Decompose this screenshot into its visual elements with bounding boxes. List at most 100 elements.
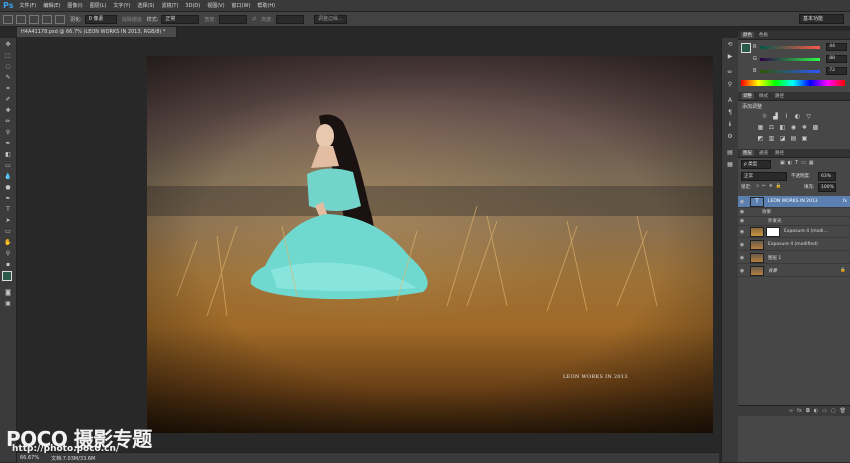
history-panel-icon[interactable]: ⟲	[725, 40, 735, 49]
layer-row-exposure-adjust[interactable]: ◉ Exposure 4 (modi...	[738, 226, 850, 238]
swap-icon[interactable]: ⇄	[252, 16, 256, 22]
blue-track[interactable]	[760, 69, 821, 73]
quick-select-tool-icon[interactable]: ✎	[3, 73, 13, 82]
foreground-color-swatch[interactable]	[2, 271, 12, 281]
menu-layer[interactable]: 图层(L)	[90, 2, 107, 9]
menu-help[interactable]: 帮助(H)	[257, 2, 275, 9]
tab-color[interactable]: 颜色	[741, 32, 754, 38]
layer-row-outer-glow[interactable]: ◉ 外发光	[738, 217, 850, 226]
red-value[interactable]: 44	[826, 43, 847, 51]
hand-tool-icon[interactable]: ✋	[3, 238, 13, 247]
type-tool-icon[interactable]: T	[3, 205, 13, 214]
layer-row-text[interactable]: ◉ T LEON WORKS IN 2013 fx	[738, 196, 850, 208]
menu-window[interactable]: 窗口(W)	[232, 2, 251, 9]
opacity-input[interactable]: 63%	[818, 172, 836, 181]
tab-swatches[interactable]: 色板	[757, 32, 770, 38]
feather-input[interactable]: 0 像素	[84, 14, 117, 24]
gradient-map-icon[interactable]: ▤	[789, 135, 798, 142]
dodge-tool-icon[interactable]: ●	[3, 183, 13, 192]
history-brush-tool-icon[interactable]: ✒	[3, 139, 13, 148]
add-style-icon[interactable]: fx	[797, 408, 802, 414]
blue-slider[interactable]: B 72	[741, 67, 847, 75]
new-selection-icon[interactable]	[16, 14, 26, 24]
layer-comps-panel-icon[interactable]: ▤	[725, 148, 735, 157]
style-select[interactable]: 正常	[161, 14, 200, 24]
tab-channels[interactable]: 通道	[757, 150, 770, 156]
reset-colors-icon[interactable]: ▪	[3, 260, 13, 269]
subtract-selection-icon[interactable]	[42, 14, 52, 24]
channel-mixer-icon[interactable]: ❖	[800, 124, 809, 131]
tab-paths-top[interactable]: 路径	[773, 93, 786, 99]
red-track[interactable]	[760, 45, 821, 49]
menu-file[interactable]: 文件(F)	[19, 2, 36, 9]
menu-image[interactable]: 图像(I)	[67, 2, 82, 9]
visibility-eye-icon[interactable]: ◉	[738, 242, 746, 248]
visibility-eye-icon[interactable]: ◉	[738, 218, 746, 224]
visibility-eye-icon[interactable]: ◉	[738, 268, 746, 274]
new-layer-icon[interactable]: ▢	[831, 408, 836, 414]
menu-3d[interactable]: 3D(D)	[185, 3, 200, 9]
vibrance-icon[interactable]: ▽	[804, 113, 813, 120]
green-value[interactable]: 88	[826, 55, 847, 63]
invert-icon[interactable]: ◩	[756, 135, 765, 142]
workspace-select[interactable]: 基本功能	[799, 14, 844, 24]
levels-icon[interactable]: ▟	[771, 113, 780, 120]
layer-filter-icons[interactable]: ▣◐T▭▦	[780, 160, 817, 166]
tab-layers[interactable]: 图层	[741, 150, 754, 156]
layer-name[interactable]: 图层 1	[768, 255, 781, 261]
new-group-icon[interactable]: ▭	[822, 408, 827, 414]
brush-tool-icon[interactable]: ✏	[3, 117, 13, 126]
lock-icons[interactable]: ▫✏✥🔒	[756, 184, 784, 189]
visibility-eye-icon[interactable]: ◉	[738, 199, 746, 205]
visibility-eye-icon[interactable]: ◉	[738, 209, 746, 215]
tool-presets-panel-icon[interactable]: ▦	[725, 160, 735, 169]
menu-select[interactable]: 选择(S)	[137, 2, 154, 9]
shape-tool-icon[interactable]: ▭	[3, 227, 13, 236]
refine-edge-button[interactable]: 调整边缘...	[313, 14, 347, 24]
width-input[interactable]	[219, 14, 248, 24]
character-panel-icon[interactable]: A	[725, 96, 735, 105]
menu-edit[interactable]: 编辑(E)	[43, 2, 60, 9]
fill-input[interactable]: 100%	[818, 183, 836, 192]
quick-mask-icon[interactable]: ◙	[3, 288, 13, 297]
zoom-level[interactable]: 66.67%	[20, 455, 39, 461]
add-mask-icon[interactable]: ◘	[806, 408, 810, 414]
link-layers-icon[interactable]: ∞	[789, 408, 793, 414]
tab-paths[interactable]: 路径	[773, 150, 786, 156]
brush-panel-icon[interactable]: ✏	[725, 68, 735, 77]
tab-adjustments[interactable]: 调整	[741, 93, 754, 99]
blue-value[interactable]: 72	[826, 67, 847, 75]
layer-row-effects[interactable]: ◉ 效果	[738, 208, 850, 217]
layer-row-exposure[interactable]: ◉ Exposure 4 (modified)	[738, 239, 850, 251]
eyedropper-tool-icon[interactable]: ✐	[3, 95, 13, 104]
blend-mode-select[interactable]: 正常	[741, 172, 787, 181]
move-tool-icon[interactable]: ✥	[3, 40, 13, 49]
new-adjustment-icon[interactable]: ◐	[814, 408, 818, 414]
posterize-icon[interactable]: ▥	[767, 135, 776, 142]
red-slider[interactable]: R 44	[741, 43, 847, 51]
visibility-eye-icon[interactable]: ◉	[738, 229, 746, 235]
menu-filter[interactable]: 滤镜(T)	[161, 2, 178, 9]
menu-type[interactable]: 文字(Y)	[113, 2, 130, 9]
layer-name[interactable]: LEON WORKS IN 2013	[768, 199, 818, 204]
properties-panel-icon[interactable]: ⚙	[725, 132, 735, 141]
visibility-eye-icon[interactable]: ◉	[738, 255, 746, 261]
black-white-icon[interactable]: ◧	[778, 124, 787, 131]
color-spectrum-bar[interactable]	[741, 80, 845, 86]
exposure-icon[interactable]: ◐	[793, 113, 802, 120]
layer-filter-select[interactable]: ρ 类型	[741, 160, 771, 169]
pen-tool-icon[interactable]: ✒	[3, 194, 13, 203]
color-balance-icon[interactable]: ⚖	[767, 124, 776, 131]
info-panel-icon[interactable]: ℹ	[725, 120, 735, 129]
zoom-tool-icon[interactable]: ⚲	[3, 249, 13, 258]
document-tab[interactable]: H4A41178.psd @ 66.7% (LEON WORKS IN 2013…	[17, 27, 177, 37]
menu-view[interactable]: 视图(V)	[207, 2, 224, 9]
layer-row-layer1[interactable]: ◉ 图层 1	[738, 252, 850, 264]
add-selection-icon[interactable]	[29, 14, 39, 24]
actions-panel-icon[interactable]: ▶	[725, 52, 735, 61]
marquee-tool-icon[interactable]: ⬚	[3, 51, 13, 60]
healing-brush-tool-icon[interactable]: ✚	[3, 106, 13, 115]
layer-fx-badge[interactable]: fx	[843, 199, 847, 204]
green-track[interactable]	[760, 57, 821, 61]
layer-name[interactable]: 背景	[768, 268, 777, 274]
